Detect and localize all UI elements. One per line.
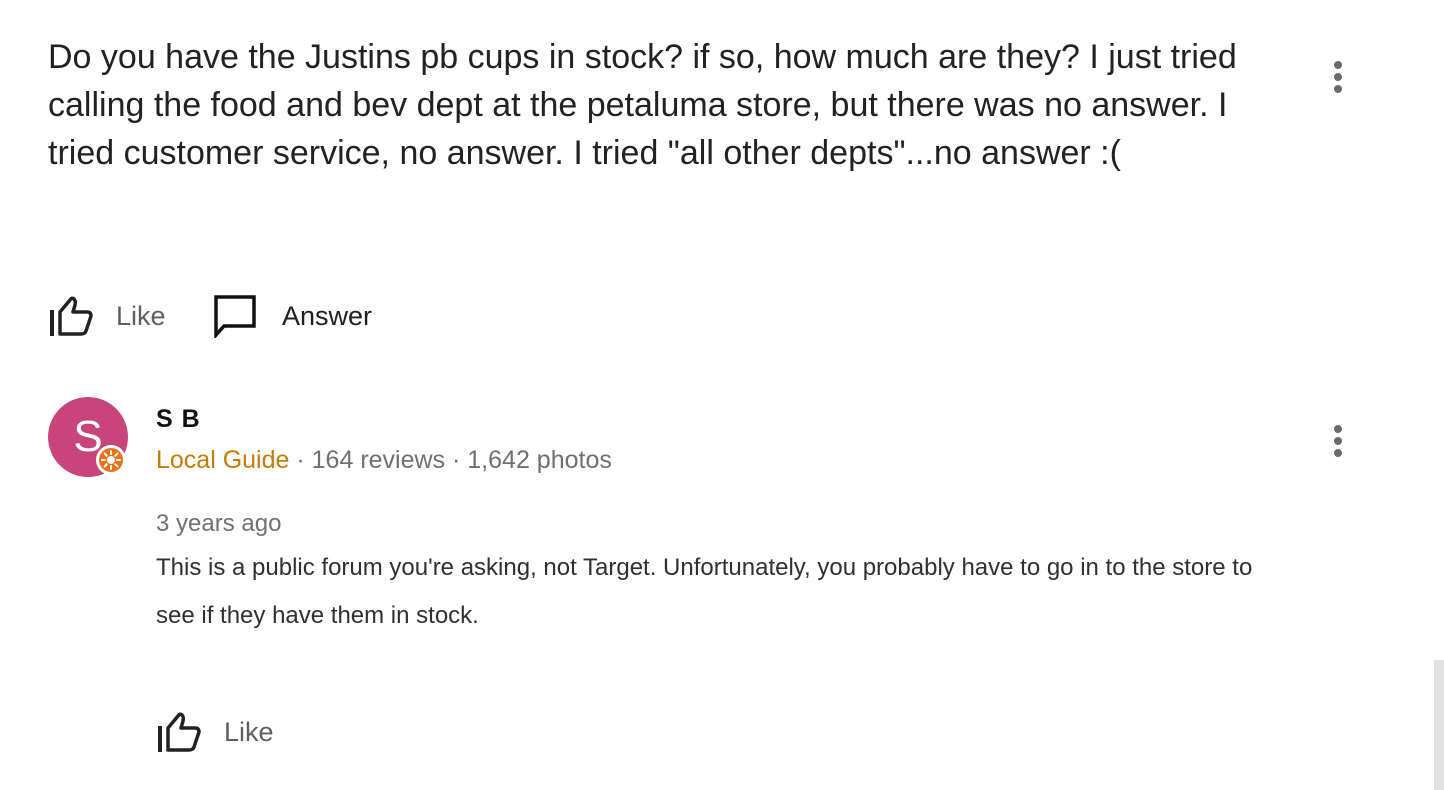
photos-count: 1,642 photos — [467, 446, 612, 474]
meta-separator: · — [289, 446, 312, 474]
thumb-up-icon — [50, 296, 93, 336]
author-name[interactable]: S B — [156, 405, 201, 434]
answer-timestamp: 3 years ago — [156, 510, 282, 537]
chat-bubble-icon — [214, 295, 256, 338]
question-like-button[interactable]: Like — [48, 294, 166, 338]
author-meta: Local Guide · 164 reviews · 1,642 photos — [156, 446, 612, 475]
qa-page: Do you have the Justins pb cups in stock… — [0, 0, 1444, 790]
local-guide-badge-icon — [96, 445, 126, 475]
question-more-options-button[interactable] — [1326, 57, 1350, 97]
more-vert-icon — [1334, 425, 1342, 433]
question-text: Do you have the Justins pb cups in stock… — [48, 38, 1237, 172]
thumb-up-icon — [158, 712, 201, 752]
answer-label: Answer — [282, 300, 373, 331]
answer-text: This is a public forum you're asking, no… — [156, 554, 1253, 629]
answer-question-button[interactable]: Answer — [212, 294, 372, 338]
question-like-label: Like — [116, 300, 166, 331]
local-guide-label: Local Guide — [156, 446, 290, 474]
answer-like-label: Like — [224, 716, 274, 747]
answer-more-options-button[interactable] — [1326, 421, 1350, 461]
scrollbar-thumb[interactable] — [1434, 660, 1444, 790]
answer-like-button[interactable]: Like — [156, 710, 274, 754]
more-vert-icon — [1334, 61, 1342, 69]
reviews-count: 164 reviews — [311, 446, 446, 474]
meta-separator: · — [445, 446, 468, 474]
